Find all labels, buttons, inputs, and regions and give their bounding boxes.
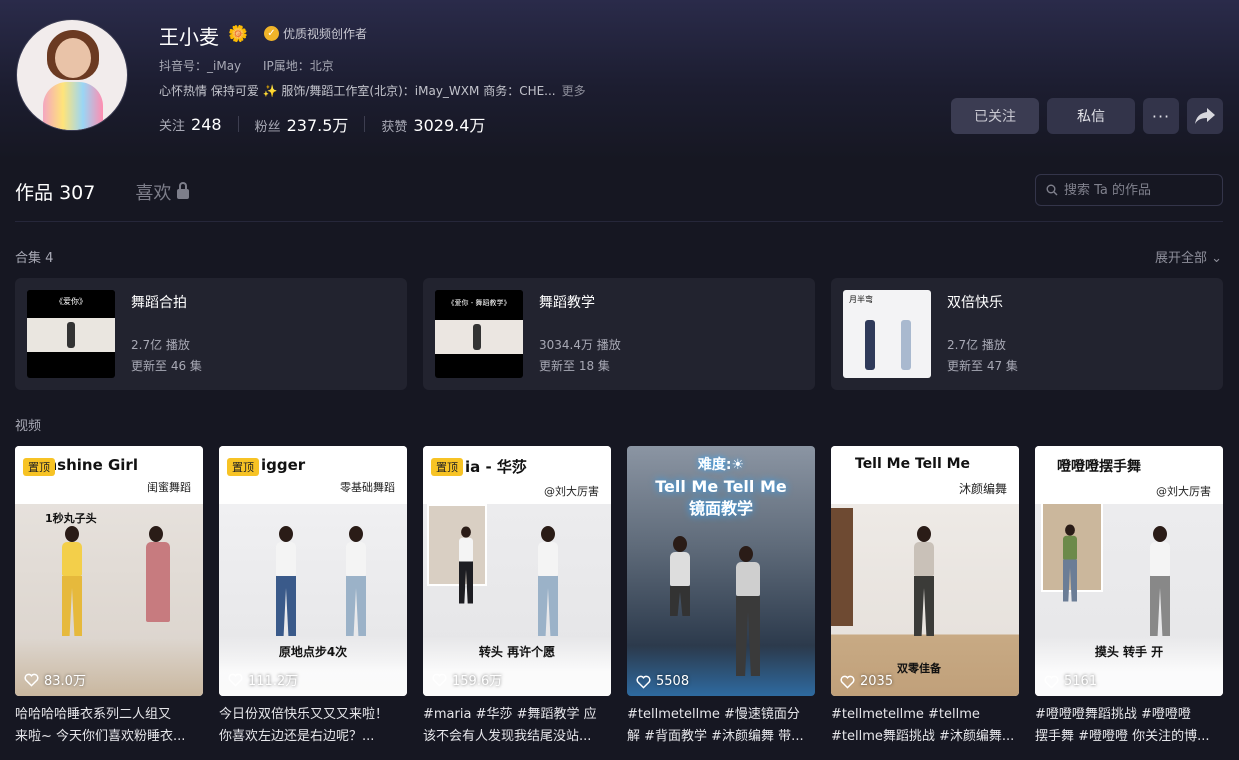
collection-title: 双倍快乐 [947, 295, 1003, 311]
pinned-badge: 置顶 [227, 458, 259, 476]
video-card[interactable]: Tell Me Tell Me 沐颜编舞 双零佳备 2035 [831, 446, 1019, 696]
video-likes: 111.2万 [228, 670, 298, 689]
bio-more-link[interactable]: 更多 [562, 84, 586, 98]
video-likes: 5161 [1044, 674, 1097, 689]
video-description[interactable]: 今日份双倍快乐又又又来啦！ 你喜欢左边还是右边呢？... [219, 704, 409, 748]
video-description[interactable]: 哈哈哈哈睡衣系列二人组又 来啦~ 今天你们喜欢粉睡衣... [15, 704, 205, 748]
following-stat[interactable]: 关注 248 [159, 115, 222, 134]
video-subtitle: @刘大厉害 [544, 485, 599, 498]
heart-icon [636, 675, 651, 689]
followed-button[interactable]: 已关注 [951, 98, 1039, 134]
lock-icon [177, 181, 190, 199]
collections-title: 合集 4 [15, 251, 54, 266]
collection-thumbnail: 《爱你》 [27, 290, 115, 378]
video-card[interactable]: 噔噔噔摆手舞 @刘大厉害 摸头 转手 开 5161 [1035, 446, 1223, 696]
chevron-down-icon: ⌄ [1211, 251, 1223, 266]
collection-updated: 更新至 47 集 [947, 359, 1018, 373]
share-button[interactable] [1187, 98, 1223, 134]
heart-icon [24, 673, 39, 687]
video-likes: 159.6万 [432, 670, 502, 689]
video-heading: Tell Me Tell Me [855, 456, 971, 472]
video-description[interactable]: #tellmetellme #tellme #tellme舞蹈挑战 #沐颜编舞..… [831, 704, 1021, 748]
expand-all-link[interactable]: 展开全部 ⌄ [1155, 247, 1222, 266]
collection-title: 舞蹈教学 [539, 295, 595, 311]
check-badge-icon: ✓ [264, 26, 279, 41]
video-likes: 5508 [636, 674, 689, 689]
bio-text: 心怀热情 保持可爱 ✨ 服饰/舞蹈工作室(北京)：iMay_WXM 商务：CHE… [159, 84, 556, 98]
video-description[interactable]: #maria #华莎 #舞蹈教学 应该不会有人发现我结尾没站... [423, 704, 613, 748]
collection-plays: 3034.4万 播放 [539, 338, 621, 352]
video-card[interactable]: 难度:☀ Tell Me Tell Me 镜面教学 5508 [627, 446, 815, 696]
divider [15, 221, 1223, 222]
videos-title: 视频 [15, 419, 42, 434]
profile-name: 王小麦 [159, 25, 219, 49]
video-subtitle: 闺蜜舞蹈 [147, 481, 191, 494]
collection-plays: 2.7亿 播放 [131, 338, 190, 352]
collection-thumbnail: 月半弯 [843, 290, 931, 378]
video-card[interactable]: ia - 华莎 置顶 @刘大厉害 转头 再许个愿 159.6万 [423, 446, 611, 696]
video-overlay-text: 摸头 转手 开 [1094, 645, 1164, 659]
video-subtitle: @刘大厉害 [1156, 485, 1211, 498]
douyin-id: 抖音号：_iMay [159, 59, 242, 73]
video-overlay-text: 转头 再许个愿 [478, 645, 556, 659]
video-subtitle: Tell Me Tell Me 镜面教学 [655, 477, 787, 518]
video-likes: 83.0万 [24, 670, 86, 689]
share-icon [1195, 108, 1215, 124]
collection-plays: 2.7亿 播放 [947, 338, 1006, 352]
video-subtitle: 沐颜编舞 [958, 482, 1007, 496]
collection-card[interactable]: 《爱你》 舞蹈合拍 2.7亿 播放 更新至 46 集 [15, 278, 407, 390]
collection-card[interactable]: 《爱你 - 舞蹈教学》 舞蹈教学 3034.4万 播放 更新至 18 集 [423, 278, 815, 390]
video-overlay-text: 1秒丸子头 [45, 512, 97, 525]
collection-thumbnail: 《爱你 - 舞蹈教学》 [435, 290, 523, 378]
video-overlay-text: 原地点步4次 [278, 645, 348, 659]
message-button[interactable]: 私信 [1047, 98, 1135, 134]
tab-likes[interactable]: 喜欢 [135, 179, 190, 205]
heart-icon [1044, 675, 1059, 689]
avatar[interactable] [16, 19, 128, 131]
collection-updated: 更新至 46 集 [131, 359, 202, 373]
video-heading: 噔噔噔摆手舞 [1057, 459, 1141, 475]
profile-meta: 抖音号：_iMay IP属地：北京 [159, 57, 352, 74]
collection-updated: 更新至 18 集 [539, 359, 610, 373]
followers-stat[interactable]: 粉丝 237.5万 [255, 112, 349, 136]
search-icon [1046, 184, 1058, 196]
video-description[interactable]: #tellmetellme #慢速镜面分解 #背面教学 #沐颜编舞 带... [627, 704, 817, 748]
video-heading: igger [261, 456, 306, 474]
profile-header: 王小麦 🌼 ✓ 优质视频创作者 抖音号：_iMay IP属地：北京 心怀热情 保… [0, 0, 1239, 160]
flower-emoji-icon: 🌼 [228, 24, 248, 43]
video-heading: 难度:☀ [697, 457, 745, 473]
profile-bio: 心怀热情 保持可爱 ✨ 服饰/舞蹈工作室(北京)：iMay_WXM 商务：CHE… [159, 82, 586, 99]
collection-title: 舞蹈合拍 [131, 295, 187, 311]
pinned-badge: 置顶 [431, 458, 463, 476]
search-box[interactable] [1035, 174, 1223, 206]
profile-stats: 关注 248 粉丝 237.5万 获赞 3029.4万 [159, 112, 485, 136]
collection-card[interactable]: 月半弯 双倍快乐 2.7亿 播放 更新至 47 集 [831, 278, 1223, 390]
heart-icon [228, 673, 243, 687]
likes-stat: 获赞 3029.4万 [381, 116, 486, 135]
video-card[interactable]: igger 置顶 零基础舞蹈 原地点步4次 111.2万 [219, 446, 407, 696]
video-subtitle: 零基础舞蹈 [340, 481, 395, 494]
badge-label: 优质视频创作者 [283, 27, 368, 41]
heart-icon [432, 673, 447, 687]
video-card[interactable]: Sunshine Girl 置顶 闺蜜舞蹈 1秒丸子头 83.0万 [15, 446, 203, 696]
video-likes: 2035 [840, 674, 893, 689]
more-button[interactable]: ··· [1143, 98, 1179, 134]
ip-location: IP属地：北京 [262, 59, 334, 73]
creator-badge[interactable]: ✓ 优质视频创作者 [264, 25, 367, 42]
video-description[interactable]: #噔噔噔舞蹈挑战 #噔噔噔 摆手舞 #噔噔噔 你关注的博... [1035, 704, 1225, 748]
profile-tabs: 作品 307 喜欢 [15, 178, 190, 205]
pinned-badge: 置顶 [23, 458, 55, 476]
tab-works[interactable]: 作品 307 [15, 178, 95, 205]
video-overlay-text: 双零佳备 [897, 662, 941, 675]
search-input[interactable] [1064, 182, 1214, 198]
heart-icon [840, 675, 855, 689]
video-heading: ia - 华莎 [465, 458, 527, 476]
